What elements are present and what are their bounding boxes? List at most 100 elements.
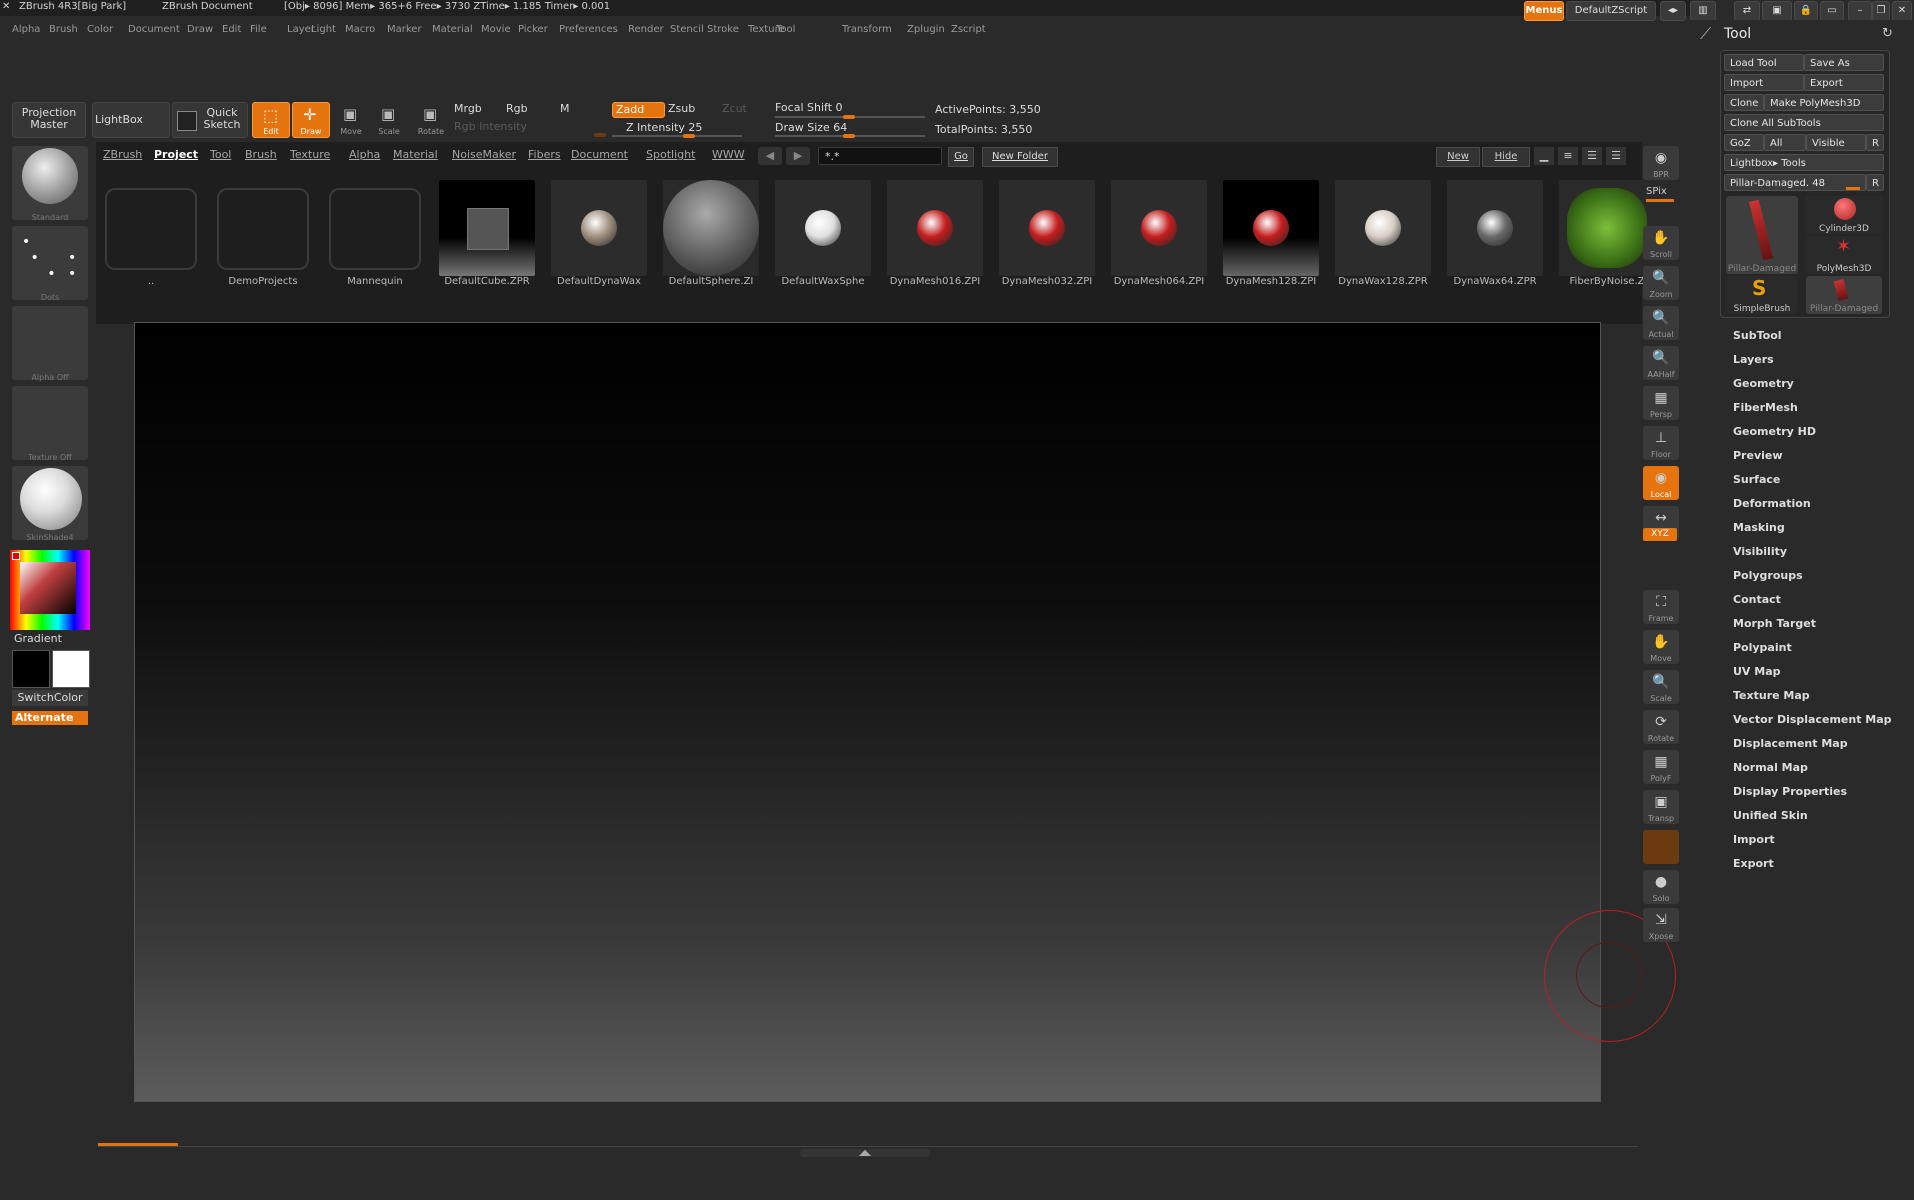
section-polypaint[interactable]: Polypaint	[1733, 641, 1792, 654]
menu-document[interactable]: Document	[128, 24, 180, 35]
new-folder-button[interactable]: New Folder	[982, 147, 1058, 167]
menu-stencil[interactable]: Stencil	[670, 24, 704, 35]
menu-stroke[interactable]: Stroke	[707, 24, 739, 35]
swap-icon[interactable]: ⇄	[1734, 1, 1760, 21]
section-vector-displacement-map[interactable]: Vector Displacement Map	[1733, 713, 1892, 726]
zcut-button[interactable]: Zcut	[722, 102, 747, 115]
menu-light[interactable]: Light	[311, 24, 336, 35]
alpha-selector[interactable]: Alpha Off	[12, 306, 88, 382]
menu-preferences[interactable]: Preferences	[559, 24, 618, 35]
tool-thumb[interactable]: Pillar-Damaged	[1726, 196, 1798, 274]
menu-alpha[interactable]: Alpha	[12, 24, 40, 35]
xpose-button[interactable]: ⇲ Xpose	[1643, 908, 1679, 942]
layout-icon[interactable]: ◂▸	[1660, 1, 1686, 21]
scroll-button[interactable]: ✋ Scroll	[1643, 226, 1679, 260]
tool-thumb[interactable]: Cylinder3D	[1806, 196, 1882, 234]
tab-fibers[interactable]: Fibers	[528, 148, 561, 161]
aahalf-button[interactable]: 🔍 AAHalf	[1643, 346, 1679, 380]
focal-shift-slider[interactable]: Focal Shift 0	[775, 101, 843, 114]
tab-www[interactable]: WWW	[712, 148, 745, 161]
lightbox-item[interactable]	[551, 180, 647, 276]
lightbox-button[interactable]: LightBox	[92, 102, 170, 138]
section-texture-map[interactable]: Texture Map	[1733, 689, 1810, 702]
lightbox-item[interactable]	[1447, 180, 1543, 276]
section-preview[interactable]: Preview	[1733, 449, 1783, 462]
menu-zscript[interactable]: Zscript	[951, 24, 986, 35]
lightbox-item[interactable]	[775, 180, 871, 276]
rgb-intensity-knob[interactable]	[594, 133, 606, 137]
tab-project[interactable]: Project	[154, 148, 198, 161]
section-import[interactable]: Import	[1733, 833, 1775, 846]
section-layers[interactable]: Layers	[1733, 353, 1774, 366]
tool-thumb[interactable]: ✶ PolyMesh3D	[1806, 236, 1882, 274]
polyf-button[interactable]: ▦ PolyF	[1643, 750, 1679, 784]
tab-brush[interactable]: Brush	[245, 148, 277, 161]
lightbox-item[interactable]	[1559, 180, 1655, 276]
actual-button[interactable]: 🔍 Actual	[1643, 306, 1679, 340]
goz-all-button[interactable]: All	[1764, 134, 1806, 151]
draw-button[interactable]: ✛ Draw	[292, 102, 330, 138]
hide-button[interactable]: Hide	[1482, 147, 1530, 167]
rgb-button[interactable]: Rgb	[506, 102, 528, 115]
move-button[interactable]: ✋ Move	[1643, 630, 1679, 664]
default-zscript-button[interactable]: DefaultZScript	[1566, 1, 1656, 21]
draw-size-knob[interactable]	[843, 134, 855, 138]
lightbox-item[interactable]	[1335, 180, 1431, 276]
section-deformation[interactable]: Deformation	[1733, 497, 1811, 510]
material-selector[interactable]: SkinShade4	[12, 466, 88, 542]
projection-master-button[interactable]: Projection Master	[12, 102, 86, 138]
new-button[interactable]: New	[1436, 147, 1480, 167]
goz-visible-button[interactable]: Visible	[1806, 134, 1866, 151]
z-intensity-knob[interactable]	[683, 134, 695, 138]
lightbox-item[interactable]	[1111, 180, 1207, 276]
next-icon[interactable]: ▶	[786, 147, 810, 165]
menu-file[interactable]: File	[250, 24, 267, 35]
section-geometry[interactable]: Geometry	[1733, 377, 1794, 390]
z-intensity-slider[interactable]: Z Intensity 25	[626, 121, 702, 134]
menu-color[interactable]: Color	[87, 24, 113, 35]
transp-button[interactable]: ▣ Transp	[1643, 790, 1679, 824]
scale-button[interactable]: ▣ Scale	[370, 102, 408, 138]
section-visibility[interactable]: Visibility	[1733, 545, 1787, 558]
tab-zbrush[interactable]: ZBrush	[103, 148, 142, 161]
current-tool-slider[interactable]: Pillar-Damaged. 48	[1724, 174, 1866, 191]
gradient-label[interactable]: Gradient	[14, 632, 62, 645]
section-uv-map[interactable]: UV Map	[1733, 665, 1781, 678]
current-tool-r-button[interactable]: R	[1866, 174, 1884, 191]
bpr-button[interactable]: ◉ BPR	[1643, 146, 1679, 180]
tab-document[interactable]: Document	[571, 148, 628, 161]
zsub-button[interactable]: Zsub	[668, 102, 695, 115]
section-morph-target[interactable]: Morph Target	[1733, 617, 1816, 630]
menu-picker[interactable]: Picker	[518, 24, 548, 35]
rotate-button[interactable]: ▣ Rotate	[412, 102, 450, 138]
menu-marker[interactable]: Marker	[387, 24, 422, 35]
focal-shift-knob[interactable]	[843, 115, 855, 119]
menu-edit[interactable]: Edit	[222, 24, 241, 35]
local-button[interactable]: ◉ Local	[1643, 466, 1679, 500]
document-canvas[interactable]	[134, 322, 1601, 1102]
switchcolor-button[interactable]: SwitchColor	[12, 690, 88, 706]
edit-button[interactable]: ⬚ Edit	[252, 102, 290, 138]
minimize-icon[interactable]: –	[1848, 1, 1872, 21]
zoom-button[interactable]: 🔍 Zoom	[1643, 266, 1679, 300]
load-tool-button[interactable]: Load Tool	[1724, 54, 1804, 71]
color-picker[interactable]	[10, 550, 90, 630]
lightbox-tools-button[interactable]: Lightbox▸ Tools	[1724, 154, 1884, 171]
persp-button[interactable]: ▦ Persp	[1643, 386, 1679, 420]
lightbox-item[interactable]	[999, 180, 1095, 276]
menu-zplugin[interactable]: Zplugin	[907, 24, 945, 35]
tab-texture[interactable]: Texture	[290, 148, 330, 161]
color-marker[interactable]	[12, 552, 20, 560]
color-square[interactable]	[20, 562, 76, 614]
section-display-properties[interactable]: Display Properties	[1733, 785, 1847, 798]
lock-icon[interactable]: 🔒	[1794, 1, 1818, 21]
frame-button[interactable]: ⛶ Frame	[1643, 590, 1679, 624]
xyz-button[interactable]: XYZ	[1643, 528, 1677, 541]
view-large-icon[interactable]: ☰	[1606, 147, 1626, 165]
make-polymesh-button[interactable]: Make PolyMesh3D	[1764, 94, 1884, 111]
mrgb-button[interactable]: Mrgb	[454, 102, 482, 115]
save-icon[interactable]: ▭	[1820, 1, 1844, 21]
tab-material[interactable]: Material	[393, 148, 438, 161]
secondary-color-swatch[interactable]	[52, 650, 90, 688]
goz-r-button[interactable]: R	[1866, 134, 1884, 151]
